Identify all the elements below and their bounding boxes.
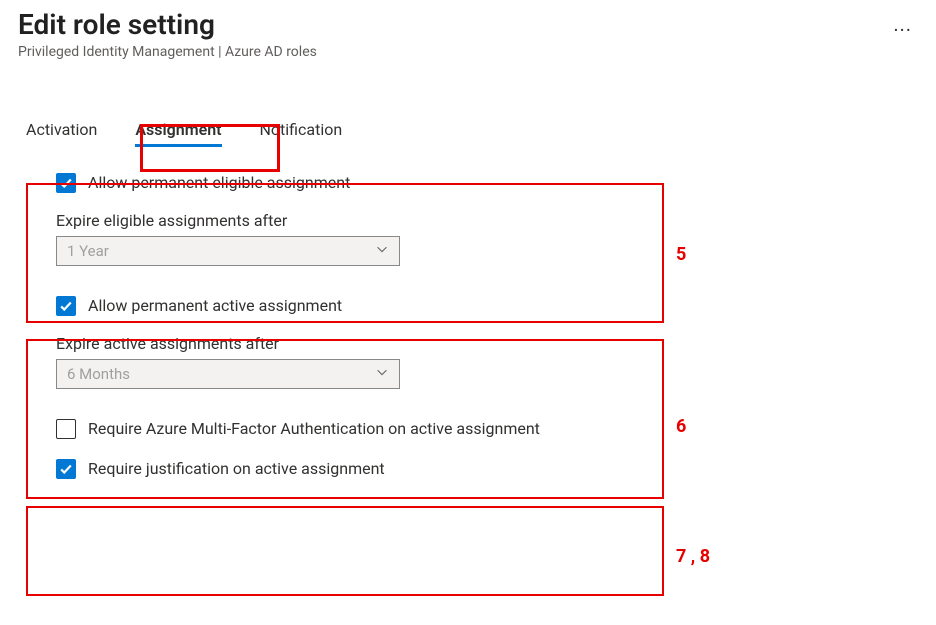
select-expire-active[interactable]: 6 Months [56,359,400,389]
more-icon[interactable]: ··· [893,8,918,42]
label-allow-permanent-active: Allow permanent active assignment [88,296,342,315]
group-eligible: Allow permanent eligible assignment Expi… [56,173,918,266]
checkbox-allow-permanent-active[interactable] [56,296,76,316]
checkbox-allow-permanent-eligible[interactable] [56,173,76,193]
breadcrumb: Privileged Identity Management | Azure A… [18,44,317,60]
checkbox-require-mfa[interactable] [56,419,76,439]
tab-notification[interactable]: Notification [258,116,345,147]
select-expire-active-value: 6 Months [67,365,130,383]
check-icon [59,462,73,476]
checkbox-require-justification[interactable] [56,459,76,479]
label-expire-eligible: Expire eligible assignments after [56,211,918,230]
tabs: Activation Assignment Notification [18,116,918,147]
select-expire-eligible[interactable]: 1 Year [56,236,400,266]
annotation-box-7-8 [26,506,664,596]
check-icon [59,176,73,190]
tab-activation[interactable]: Activation [24,116,99,147]
label-expire-active: Expire active assignments after [56,334,918,353]
chevron-down-icon [375,365,389,383]
check-icon [59,299,73,313]
tab-assignment[interactable]: Assignment [133,116,223,147]
chevron-down-icon [375,242,389,260]
group-active: Allow permanent active assignment Expire… [56,296,918,389]
label-allow-permanent-eligible: Allow permanent eligible assignment [88,173,350,192]
select-expire-eligible-value: 1 Year [67,242,109,260]
group-requirements: Require Azure Multi-Factor Authenticatio… [56,419,918,479]
annotation-7-8: 7 , 8 [676,546,710,567]
label-require-mfa: Require Azure Multi-Factor Authenticatio… [88,419,540,438]
page-title: Edit role setting [18,8,317,42]
label-require-justification: Require justification on active assignme… [88,459,385,478]
